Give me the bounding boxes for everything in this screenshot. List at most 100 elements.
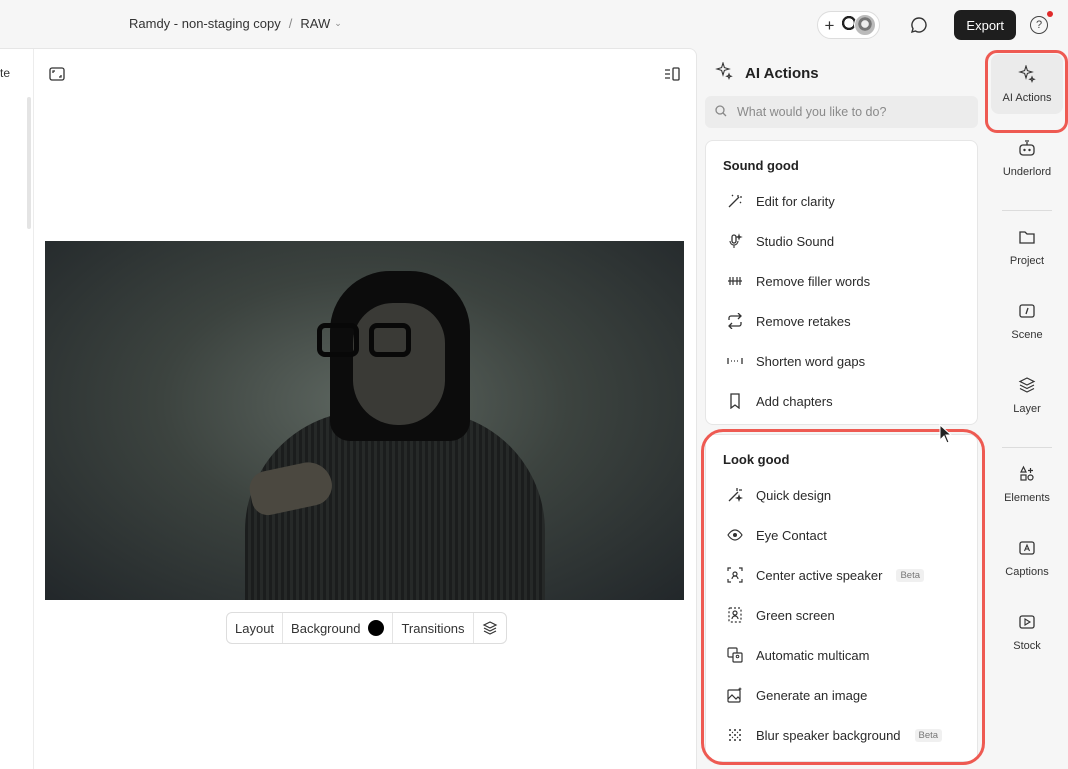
center-speaker-icon <box>726 566 744 584</box>
stock-icon <box>1018 613 1036 634</box>
sidebar-item-scene[interactable]: Scene <box>991 291 1063 351</box>
background-label: Background <box>291 620 361 636</box>
breadcrumb-separator: / <box>288 16 293 31</box>
layers-icon[interactable] <box>474 613 506 643</box>
sidebar-item-label: AI Actions <box>1002 91 1052 104</box>
section-title: Look good <box>723 452 790 467</box>
action-center-active-speaker[interactable]: Center active speaker Beta <box>718 558 967 592</box>
fit-to-screen-icon[interactable] <box>49 67 65 84</box>
multicam-icon <box>726 646 744 664</box>
search-box[interactable] <box>705 96 978 128</box>
script-panel-edge: te <box>0 49 34 769</box>
beta-badge: Beta <box>914 728 943 742</box>
action-green-screen[interactable]: Green screen <box>718 598 967 632</box>
toggle-panel-icon[interactable] <box>664 67 680 84</box>
comment-icon[interactable] <box>908 14 930 36</box>
scrollbar[interactable] <box>27 97 31 229</box>
action-label: Remove retakes <box>756 313 851 329</box>
bookmark-icon <box>726 392 744 410</box>
action-add-chapters[interactable]: Add chapters <box>718 384 967 418</box>
design-wand-icon <box>726 486 744 504</box>
search-input[interactable] <box>737 105 957 119</box>
action-label: Edit for clarity <box>756 193 835 209</box>
sidebar-item-label: Project <box>1009 254 1045 267</box>
panel-header: AI Actions <box>715 61 819 84</box>
background-color-swatch[interactable] <box>368 620 385 636</box>
sidebar-item-stock[interactable]: Stock <box>991 602 1063 662</box>
sidebar-item-elements[interactable]: Elements <box>991 454 1063 514</box>
action-label: Eye Contact <box>756 527 827 543</box>
avatar[interactable] <box>854 14 877 36</box>
action-eye-contact[interactable]: Eye Contact <box>718 518 967 552</box>
action-label: Shorten word gaps <box>756 353 866 369</box>
section-title: Sound good <box>723 158 799 173</box>
sparkle-icon <box>715 61 733 84</box>
microphone-sparkle-icon <box>726 232 744 250</box>
action-studio-sound[interactable]: Studio Sound <box>718 224 967 258</box>
layout-button[interactable]: Layout <box>227 613 284 643</box>
action-label: Remove filler words <box>756 273 871 289</box>
speaker-glasses <box>317 323 417 359</box>
collaborators-button[interactable]: + <box>817 11 881 39</box>
transitions-button[interactable]: Transitions <box>393 613 474 643</box>
panel-title: AI Actions <box>745 64 819 82</box>
eye-icon <box>726 526 744 544</box>
help-button[interactable]: ? <box>1030 11 1053 34</box>
filler-words-icon <box>726 272 744 290</box>
blur-icon <box>726 726 744 744</box>
chevron-down-icon[interactable]: ⌄ <box>334 18 342 29</box>
plus-icon[interactable]: + <box>824 17 834 34</box>
scene-toolbar: Layout Background Transitions <box>226 612 507 644</box>
sidebar-item-project[interactable]: Project <box>991 217 1063 277</box>
notification-dot <box>1047 11 1053 17</box>
ai-actions-panel: AI Actions Sound good Edit for clarity S… <box>697 48 984 769</box>
action-label: Generate an image <box>756 687 868 703</box>
action-shorten-word-gaps[interactable]: Shorten word gaps <box>718 344 967 378</box>
sidebar-item-ai-actions[interactable]: AI Actions <box>991 54 1063 114</box>
action-remove-retakes[interactable]: Remove retakes <box>718 304 967 338</box>
sidebar-divider <box>1002 447 1052 448</box>
sidebar-item-layer[interactable]: Layer <box>991 365 1063 425</box>
project-name[interactable]: Ramdy - non-staging copy <box>129 16 281 31</box>
sidebar-item-label: Captions <box>1005 565 1049 578</box>
folder-name[interactable]: RAW <box>300 16 330 31</box>
sidebar-divider <box>1002 210 1052 211</box>
sparkle-icon <box>1018 63 1036 86</box>
action-label: Center active speaker <box>756 567 883 583</box>
sidebar-item-label: Stock <box>1013 639 1041 652</box>
action-remove-filler-words[interactable]: Remove filler words <box>718 264 967 298</box>
sidebar-item-label: Underlord <box>1002 165 1052 178</box>
speaker-face <box>353 303 445 425</box>
robot-icon <box>1018 139 1036 160</box>
right-sidebar: AI Actions Underlord Project Scene Layer… <box>985 48 1068 769</box>
sidebar-item-captions[interactable]: Captions <box>991 528 1063 588</box>
action-generate-image[interactable]: Generate an image <box>718 678 967 712</box>
script-text-fragment: te <box>0 66 11 80</box>
canvas-panel: te Layout Background Transitions <box>0 48 697 769</box>
breadcrumb: Ramdy - non-staging copy / RAW ⌄ <box>129 16 342 31</box>
captions-icon <box>1018 539 1036 560</box>
sidebar-item-underlord[interactable]: Underlord <box>991 128 1063 188</box>
help-icon: ? <box>1035 19 1043 31</box>
scene-icon <box>1018 302 1036 323</box>
sidebar-item-label: Elements <box>1004 491 1050 504</box>
generate-image-icon <box>726 686 744 704</box>
video-preview[interactable] <box>45 241 684 600</box>
action-blur-speaker-background[interactable]: Blur speaker background Beta <box>718 718 967 752</box>
action-label: Quick design <box>756 487 832 503</box>
action-label: Add chapters <box>756 393 833 409</box>
layers-icon <box>1018 376 1036 397</box>
folder-icon <box>1018 228 1036 249</box>
background-button[interactable]: Background <box>283 613 394 643</box>
sidebar-item-label: Layer <box>1013 402 1041 415</box>
action-automatic-multicam[interactable]: Automatic multicam <box>718 638 967 672</box>
action-quick-design[interactable]: Quick design <box>718 478 967 512</box>
action-label: Green screen <box>756 607 835 623</box>
sidebar-item-label: Scene <box>1011 328 1043 341</box>
elements-icon <box>1018 465 1036 486</box>
look-good-card: Look good Quick design Eye Contact Cente… <box>705 434 978 762</box>
repeat-icon <box>726 312 744 330</box>
action-edit-for-clarity[interactable]: Edit for clarity <box>718 184 967 218</box>
action-label: Automatic multicam <box>756 647 870 663</box>
export-button[interactable]: Export <box>954 10 1016 40</box>
